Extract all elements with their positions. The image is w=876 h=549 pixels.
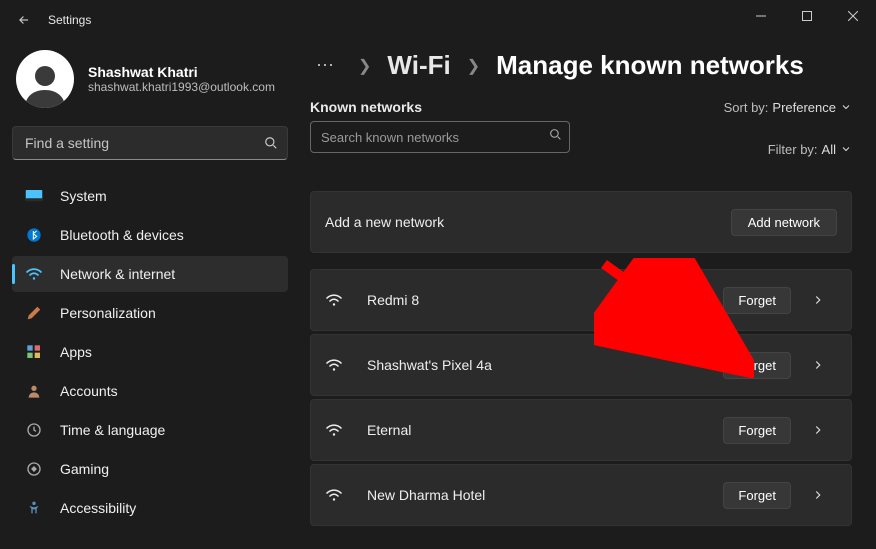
expand-button[interactable] [799, 358, 837, 372]
networks-search-input[interactable] [310, 121, 570, 153]
nav: System Bluetooth & devices Network & int… [12, 178, 288, 526]
filter-by-dropdown[interactable]: Filter by: All [768, 142, 852, 157]
forget-button[interactable]: Forget [723, 482, 791, 509]
search-icon[interactable] [549, 128, 562, 146]
wifi-icon [24, 267, 44, 281]
expand-button[interactable] [799, 488, 837, 502]
page-title: Manage known networks [496, 50, 804, 81]
sort-by-dropdown[interactable]: Sort by: Preference [724, 100, 852, 115]
section-title-known-networks: Known networks [310, 99, 422, 115]
add-network-label: Add a new network [325, 214, 444, 230]
nav-label: Accounts [60, 383, 118, 399]
maximize-button[interactable] [784, 0, 830, 32]
wifi-icon [325, 423, 345, 437]
profile-name: Shashwat Khatri [88, 64, 275, 80]
forget-button[interactable]: Forget [723, 287, 791, 314]
accessibility-icon [24, 500, 44, 516]
network-row: Shashwat's Pixel 4a Forget [310, 334, 852, 396]
profile-email: shashwat.khatri1993@outlook.com [88, 80, 275, 94]
nav-label: Bluetooth & devices [60, 227, 184, 243]
nav-label: Time & language [60, 422, 165, 438]
search-icon[interactable] [260, 132, 282, 154]
nav-item-personalization[interactable]: Personalization [12, 295, 288, 331]
breadcrumb: ⋯ ❯ Wi-Fi ❯ Manage known networks [310, 50, 852, 81]
nav-item-bluetooth[interactable]: Bluetooth & devices [12, 217, 288, 253]
expand-button[interactable] [799, 423, 837, 437]
main: ⋯ ❯ Wi-Fi ❯ Manage known networks Known … [300, 40, 876, 549]
wifi-icon [325, 293, 345, 307]
system-icon [24, 189, 44, 203]
bluetooth-icon [24, 227, 44, 243]
nav-label: Accessibility [60, 500, 136, 516]
chevron-right-icon: ❯ [358, 56, 371, 76]
back-button[interactable] [10, 13, 38, 27]
network-name: Redmi 8 [367, 292, 419, 308]
nav-item-time[interactable]: Time & language [12, 412, 288, 448]
apps-icon [24, 344, 44, 360]
wifi-icon [325, 488, 345, 502]
network-name: Shashwat's Pixel 4a [367, 357, 492, 373]
chevron-down-icon [840, 101, 852, 113]
breadcrumb-more[interactable]: ⋯ [310, 53, 342, 78]
nav-item-apps[interactable]: Apps [12, 334, 288, 370]
forget-button[interactable]: Forget [723, 417, 791, 444]
network-row: Redmi 8 Forget [310, 269, 852, 331]
nav-item-system[interactable]: System [12, 178, 288, 214]
network-name: Eternal [367, 422, 411, 438]
nav-item-network[interactable]: Network & internet [12, 256, 288, 292]
nav-label: Apps [60, 344, 92, 360]
nav-label: Gaming [60, 461, 109, 477]
chevron-right-icon: ❯ [467, 56, 480, 76]
network-row: Eternal Forget [310, 399, 852, 461]
forget-button[interactable]: Forget [723, 352, 791, 379]
add-network-button[interactable]: Add network [731, 209, 837, 236]
nav-item-accounts[interactable]: Accounts [12, 373, 288, 409]
minimize-button[interactable] [738, 0, 784, 32]
avatar [16, 50, 74, 108]
add-network-row: Add a new network Add network [310, 191, 852, 253]
network-row: New Dharma Hotel Forget [310, 464, 852, 526]
brush-icon [24, 305, 44, 321]
window-controls [738, 0, 876, 32]
breadcrumb-wifi[interactable]: Wi-Fi [387, 50, 450, 81]
expand-button[interactable] [799, 293, 837, 307]
window-title: Settings [48, 13, 91, 27]
settings-search-input[interactable] [12, 126, 288, 160]
gaming-icon [24, 461, 44, 477]
nav-label: Network & internet [60, 266, 175, 282]
close-button[interactable] [830, 0, 876, 32]
nav-item-accessibility[interactable]: Accessibility [12, 490, 288, 526]
clock-icon [24, 422, 44, 438]
profile[interactable]: Shashwat Khatri shashwat.khatri1993@outl… [12, 50, 288, 108]
nav-label: Personalization [60, 305, 156, 321]
wifi-icon [325, 358, 345, 372]
network-name: New Dharma Hotel [367, 487, 485, 503]
accounts-icon [24, 383, 44, 399]
sidebar: Shashwat Khatri shashwat.khatri1993@outl… [0, 40, 300, 549]
nav-label: System [60, 188, 107, 204]
chevron-down-icon [840, 143, 852, 155]
nav-item-gaming[interactable]: Gaming [12, 451, 288, 487]
